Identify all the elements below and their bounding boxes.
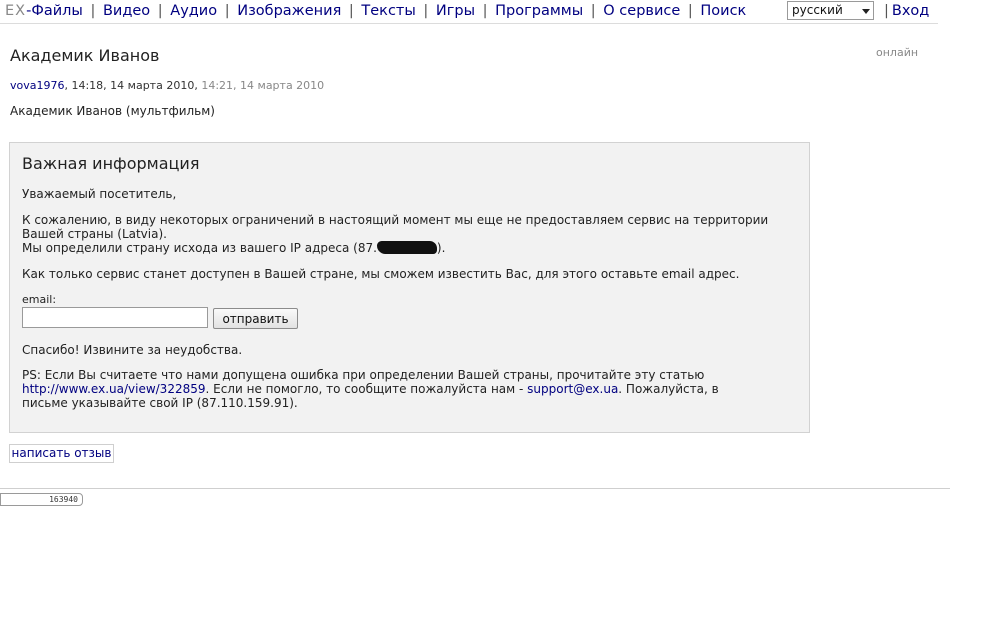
notice-ip-text: Мы определили страну исхода из вашего IP… [22,241,377,255]
write-review-button[interactable]: написать отзыв [9,444,114,463]
top-navigation-bar: EX-Файлы | Видео | Аудио | Изображения |… [0,0,938,24]
post-meta: vova1976, 14:18, 14 марта 2010, 14:21, 1… [10,79,324,92]
notice-ps: PS: Если Вы считаете что нами допущена о… [22,368,762,410]
notice-greeting: Уважаемый посетитель, [22,187,177,201]
author-link[interactable]: vova1976 [10,79,64,92]
nav-link-about[interactable]: О сервисе [603,3,680,19]
restriction-notice: Важная информация Уважаемый посетитель, … [9,142,810,433]
main-nav: EX-Файлы | Видео | Аудио | Изображения |… [5,2,746,20]
nav-separator: | [590,3,596,19]
edit-date: 14:21, 14 марта 2010 [201,79,325,92]
notice-paragraph-country: К сожалению, в виду некоторых ограничени… [22,213,802,255]
ps-text-middle: . Если не помогло, то сообщите пожалуйст… [205,382,528,396]
notice-thanks: Спасибо! Извините за неудобства. [22,343,243,357]
email-label: email: [22,293,57,306]
post-description: Академик Иванов (мультфильм) [10,104,215,118]
nav-link-programs[interactable]: Программы [495,3,583,19]
nav-link-video[interactable]: Видео [103,3,150,19]
nav-separator: | [423,3,429,19]
page-title: Академик Иванов [10,46,160,65]
nav-separator: | [348,3,354,19]
nav-separator: | [482,3,488,19]
notice-title: Важная информация [22,154,200,173]
post-date: , 14:18, 14 марта 2010, [64,79,198,92]
ps-text-start: PS: Если Вы считаете что нами допущена о… [22,368,705,382]
article-link[interactable]: http://www.ex.ua/view/322859 [22,382,206,396]
footer-divider [0,488,950,489]
nav-link-games[interactable]: Игры [436,3,475,19]
nav-link-search[interactable]: Поиск [700,3,746,19]
nav-separator: | [884,3,889,19]
nav-link-files[interactable]: -Файлы [26,3,83,19]
email-input[interactable] [22,307,208,328]
login-link[interactable]: Вход [892,3,929,19]
nav-separator: | [687,3,693,19]
support-email-link[interactable]: support@ex.ua [527,382,618,396]
chevron-down-icon [862,9,870,14]
language-select[interactable]: русский [787,1,874,20]
nav-separator: | [224,3,230,19]
nav-separator: | [157,3,163,19]
nav-link-audio[interactable]: Аудио [170,3,217,19]
nav-separator: | [90,3,96,19]
redacted-ip-mark [376,241,437,254]
login-area: | Вход [881,2,929,20]
online-status: онлайн [876,46,919,59]
notice-country-text: К сожалению, в виду некоторых ограничени… [22,213,769,241]
ex-logo-link[interactable]: EX [5,3,26,19]
send-button[interactable]: отправить [213,308,298,329]
nav-link-texts[interactable]: Тексты [361,3,415,19]
nav-link-images[interactable]: Изображения [237,3,341,19]
language-select-value: русский [792,3,843,17]
visit-counter: 163940 [0,493,83,506]
notice-ip-suffix: ). [436,241,446,255]
notice-paragraph-email: Как только сервис станет доступен в Ваше… [22,267,740,281]
